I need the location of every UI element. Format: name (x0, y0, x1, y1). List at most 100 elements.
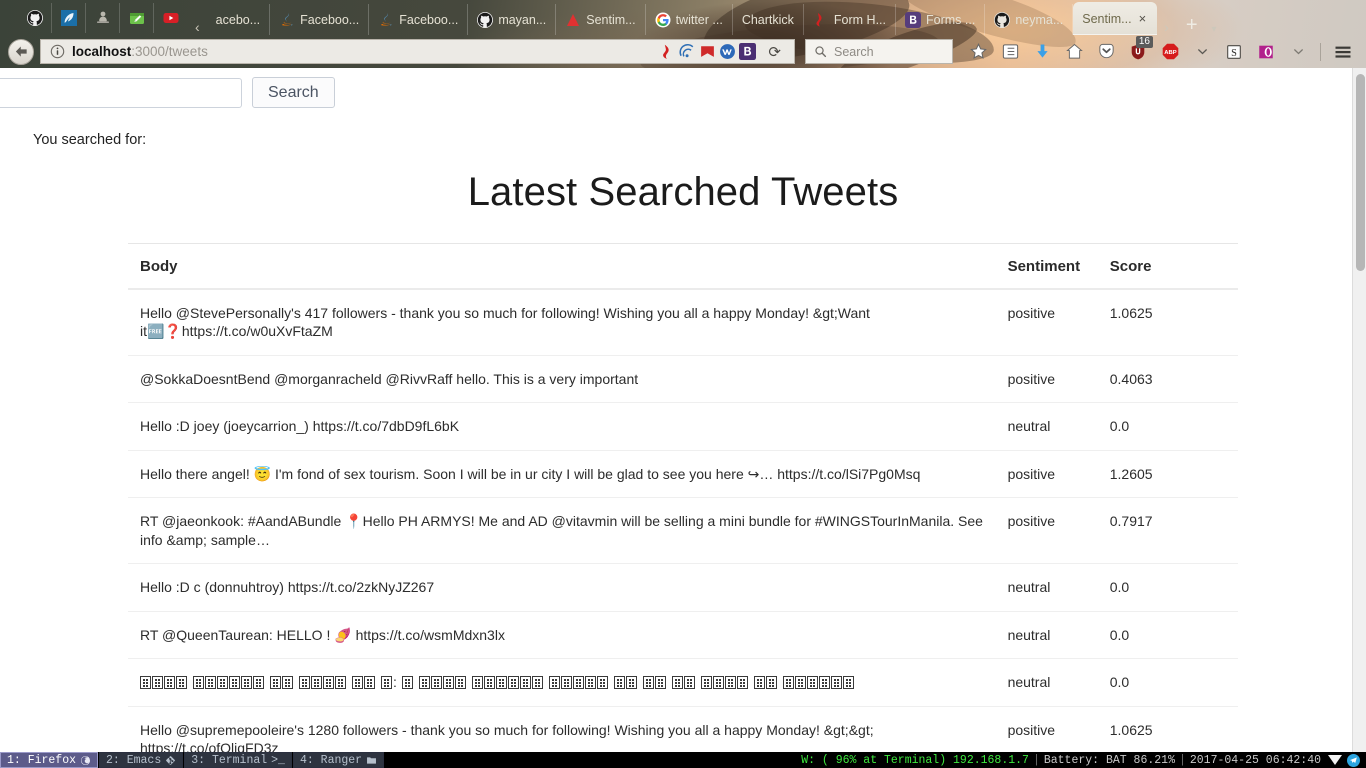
table-row: Hello @StevePersonally's 417 followers -… (128, 289, 1238, 356)
workspace-terminal[interactable]: 3: Terminal >_ (184, 752, 292, 768)
wifi-tray-icon[interactable] (1328, 755, 1342, 765)
unsupported-glyph-word (642, 673, 667, 691)
tofu-box-glyph (531, 676, 543, 690)
close-icon[interactable]: × (1137, 12, 1149, 25)
tofu-box-glyph (519, 676, 531, 690)
tofu-box-glyph (253, 676, 264, 690)
noscript-icon[interactable] (719, 43, 736, 60)
tofu-box-glyph (560, 676, 572, 690)
tofu-box-glyph (241, 676, 252, 690)
tab-mayan[interactable]: mayan... (468, 4, 557, 35)
tab-neymar[interactable]: neyma... (985, 4, 1074, 35)
score-cell: 0.0 (1097, 402, 1238, 451)
table-row: @SokkaDoesntBend @morganracheld @RivvRaf… (128, 355, 1238, 404)
stylish-icon[interactable]: S (1219, 39, 1249, 65)
unsupported-glyph-word (753, 673, 778, 691)
bootstrap-icon[interactable] (739, 43, 757, 60)
tab-label: neyma... (1015, 12, 1064, 27)
adblock-plus-icon[interactable]: ABP (1155, 39, 1185, 65)
workspace-emacs[interactable]: 2: Emacs (99, 752, 184, 768)
tab-facebook-2[interactable]: Faceboo... (270, 4, 370, 35)
chevron-down-icon[interactable]: ▾ (1208, 24, 1229, 35)
github-pinned-tab[interactable] (18, 2, 52, 33)
tab-sentiment-1[interactable]: Sentim... (556, 4, 646, 35)
adblock-dropdown-icon[interactable] (1187, 39, 1217, 65)
sentiment-cell: positive (995, 450, 1098, 499)
sentiment-cell: neutral (995, 611, 1098, 660)
tofu-box-glyph (596, 676, 608, 690)
tab-forms-bootstrap[interactable]: Forms ... (896, 4, 986, 35)
workspace-firefox[interactable]: 1: Firefox (0, 752, 99, 768)
table-row: RT @QueenTaurean: HELLO ! 🍠 https://t.co… (128, 611, 1238, 660)
tweets-table-head: Body Sentiment Score (128, 243, 1238, 290)
telegram-tray-icon[interactable] (1347, 753, 1360, 767)
tofu-box-glyph (217, 676, 228, 690)
tofu-box-glyph (270, 676, 281, 690)
workspace-label: 4: Ranger (299, 753, 363, 767)
unsupported-glyph-word (613, 673, 638, 691)
page-title: Latest Searched Tweets (467, 170, 899, 214)
reload-button[interactable]: ⟳ (759, 43, 790, 61)
search-bar[interactable]: Search (805, 39, 953, 64)
status-divider: | (1178, 753, 1186, 767)
tab-sentiment-active[interactable]: Sentim... × (1073, 2, 1158, 35)
unsupported-glyph-word (299, 673, 347, 691)
chevron-down-icon (1197, 49, 1207, 55)
table-row: Hello there angel! 😇 I'm fond of sex tou… (128, 450, 1238, 499)
workspace-label: 2: Emacs (106, 753, 162, 767)
tab-scroll-left-button[interactable]: ‹ (188, 19, 207, 35)
new-tab-button[interactable]: + (1176, 15, 1208, 35)
home-icon[interactable] (1059, 39, 1089, 65)
mysql-pinned-tab[interactable] (52, 2, 86, 33)
extension-dropdown-icon[interactable] (1283, 39, 1313, 65)
pocket-icon[interactable] (1091, 39, 1121, 65)
meditation-pinned-tab[interactable] (86, 2, 120, 33)
sentiment-cell: positive (995, 497, 1098, 565)
tab-facebook-3[interactable]: Faceboo... (369, 4, 469, 35)
unsupported-glyph-word (471, 673, 544, 691)
tofu-box-glyph (753, 676, 765, 690)
youtube-icon (163, 12, 179, 23)
reader-mode-icon[interactable] (699, 43, 716, 60)
pocket-wave-icon[interactable] (679, 43, 696, 60)
identity-icon[interactable] (45, 44, 72, 59)
tofu-box-glyph (152, 676, 163, 690)
search-placeholder: Search (834, 44, 874, 59)
tab-twitter[interactable]: twitter ... (646, 4, 733, 35)
ublock-origin-icon[interactable]: 16 (1123, 35, 1153, 65)
tofu-box-glyph (364, 676, 375, 690)
address-bar[interactable]: localhost:3000/tweets ⟳ (40, 39, 795, 64)
house-icon (1065, 43, 1083, 59)
search-input[interactable] (0, 77, 242, 108)
sidebar-icon[interactable] (995, 39, 1025, 65)
tab-facebook-1[interactable]: acebo... (207, 4, 271, 35)
bookmark-star-icon[interactable] (963, 39, 993, 65)
star-icon (969, 43, 987, 59)
tab-chartkick[interactable]: Chartkick (733, 4, 804, 35)
workspace-ranger[interactable]: 4: Ranger (292, 752, 385, 768)
column-header-score: Score (1097, 243, 1238, 290)
page-scrollbar[interactable] (1352, 68, 1366, 752)
hamburger-menu-icon[interactable] (1328, 39, 1358, 65)
score-cell: 0.0 (1097, 611, 1238, 660)
back-button[interactable] (8, 38, 34, 65)
youtube-pinned-tab[interactable] (154, 3, 188, 33)
tofu-box-glyph (323, 676, 334, 690)
tofu-box-glyph (572, 676, 584, 690)
workspace-label: 1: Firefox (7, 753, 77, 767)
tofu-box-glyph (495, 676, 507, 690)
red-ribbon-icon[interactable] (659, 43, 676, 60)
scrollbar-thumb[interactable] (1356, 74, 1365, 271)
opera-extension-icon[interactable] (1251, 39, 1281, 65)
inkscape-pinned-tab[interactable] (120, 2, 154, 33)
tab-scroll-right-button[interactable]: › (1157, 19, 1176, 35)
sentiment-cell: positive (995, 289, 1098, 356)
tab-form-helper[interactable]: Form H... (804, 4, 896, 35)
tofu-box-glyph (625, 676, 637, 690)
status-right: W: ( 96% at Terminal) 192.168.1.7 | Batt… (801, 753, 1366, 767)
downloads-icon[interactable] (1027, 39, 1057, 65)
tofu-box-glyph (193, 676, 204, 690)
datetime-status: 2017-04-25 06:42:40 (1189, 753, 1321, 767)
search-button[interactable]: Search (252, 77, 335, 108)
tweet-body-cell: RT @QueenTaurean: HELLO ! 🍠 https://t.co… (128, 611, 996, 660)
